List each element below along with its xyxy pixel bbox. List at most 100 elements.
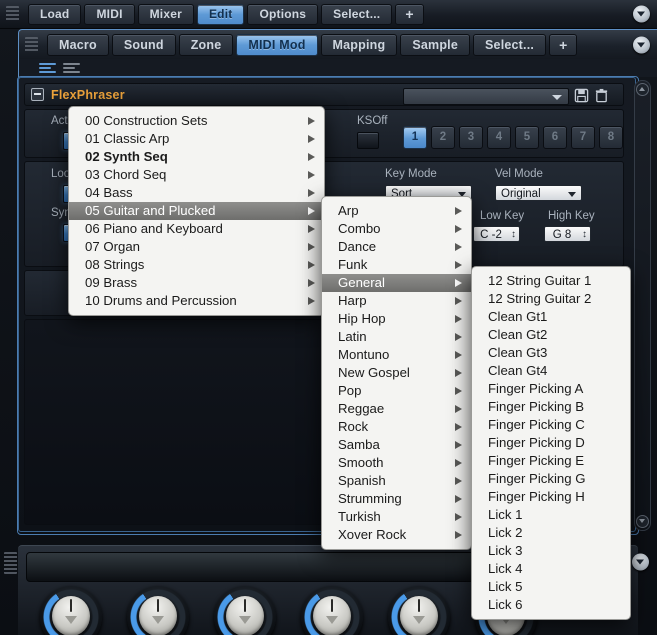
scroll-up-arrow-icon[interactable] xyxy=(636,83,649,96)
style-menu-item[interactable]: Smooth xyxy=(322,454,471,472)
tab-edit[interactable]: Edit xyxy=(196,3,245,25)
low-key-field[interactable]: C -2 xyxy=(473,226,520,243)
phrase-category-menu[interactable]: 00 Construction Sets 01 Classic Arp 02 Syn… xyxy=(68,106,325,316)
subtab-macro[interactable]: Macro xyxy=(47,33,109,56)
preset-dropdown[interactable] xyxy=(403,88,569,105)
preset-menu-item[interactable]: Lick 6 xyxy=(472,596,630,614)
style-menu-item[interactable]: Samba xyxy=(322,436,471,454)
ksoff-button[interactable] xyxy=(357,132,379,149)
preset-menu-item[interactable]: Finger Picking G xyxy=(472,470,630,488)
knobstrip-grip[interactable] xyxy=(4,552,17,574)
high-key-field[interactable]: G 8 xyxy=(544,226,591,243)
category-menu-item[interactable]: 08 Strings xyxy=(69,256,324,274)
tab-select[interactable]: Select... xyxy=(321,3,393,25)
tab-options[interactable]: Options xyxy=(247,3,319,25)
preset-menu-item[interactable]: Clean Gt1 xyxy=(472,308,630,326)
scroll-down-arrow-icon[interactable] xyxy=(636,515,649,528)
category-menu-item[interactable]: 02 Synth Seq xyxy=(69,148,324,166)
subtab-zone[interactable]: Zone xyxy=(178,33,234,56)
category-menu-item[interactable]: 01 Classic Arp xyxy=(69,130,324,148)
tab-[interactable]: + xyxy=(395,3,424,25)
preset-menu-item[interactable]: Lick 3 xyxy=(472,542,630,560)
preset-menu-item[interactable]: 12 String Guitar 2 xyxy=(472,290,630,308)
panel-scrollbar[interactable] xyxy=(634,80,651,531)
macro-knob-4[interactable] xyxy=(301,586,363,635)
style-menu-item[interactable]: Harp xyxy=(322,292,471,310)
style-menu-item-label: Combo xyxy=(338,221,381,236)
style-menu-item[interactable]: Dance xyxy=(322,238,471,256)
chevron-down-icon[interactable] xyxy=(633,5,650,23)
category-menu-item[interactable]: 05 Guitar and Plucked xyxy=(69,202,324,220)
macro-knob-3[interactable] xyxy=(214,586,276,635)
keyswitch-button-1[interactable]: 1 xyxy=(403,126,427,149)
preset-menu-item[interactable]: Clean Gt2 xyxy=(472,326,630,344)
keyswitch-button-5[interactable]: 5 xyxy=(515,126,539,149)
preset-menu-item[interactable]: Lick 1 xyxy=(472,506,630,524)
preset-menu-item[interactable]: Finger Picking C xyxy=(472,416,630,434)
style-menu-item[interactable]: Rock xyxy=(322,418,471,436)
preset-menu-item[interactable]: Lick 2 xyxy=(472,524,630,542)
macro-knob-1[interactable] xyxy=(40,586,102,635)
preset-menu-item[interactable]: Clean Gt4 xyxy=(472,362,630,380)
style-menu-item[interactable]: Turkish xyxy=(322,508,471,526)
list-view-icon[interactable] xyxy=(39,63,56,74)
style-menu-item[interactable]: Arp xyxy=(322,202,471,220)
phrase-style-menu[interactable]: Arp Combo Dance Funk General Harp Hip Hop Latin… xyxy=(321,196,472,550)
keyswitch-button-6[interactable]: 6 xyxy=(543,126,567,149)
style-menu-item[interactable]: Pop xyxy=(322,382,471,400)
subtab-mapping[interactable]: Mapping xyxy=(320,33,398,56)
style-menu-item[interactable]: Latin xyxy=(322,328,471,346)
trash-icon[interactable] xyxy=(594,88,609,103)
preset-menu-item[interactable]: 12 String Guitar 1 xyxy=(472,272,630,290)
chevron-down-icon-sub[interactable] xyxy=(633,36,650,53)
minus-box-icon[interactable] xyxy=(31,88,44,101)
style-menu-item[interactable]: Montuno xyxy=(322,346,471,364)
subtab-select[interactable]: Select... xyxy=(473,33,547,56)
subtab-sample[interactable]: Sample xyxy=(400,33,470,56)
vel-mode-dropdown[interactable]: Original xyxy=(495,185,582,201)
style-menu-item[interactable]: Combo xyxy=(322,220,471,238)
category-menu-item[interactable]: 07 Organ xyxy=(69,238,324,256)
knobstrip-chevron-down-icon[interactable] xyxy=(632,553,649,571)
subtab-sound[interactable]: Sound xyxy=(111,33,176,56)
macro-knob-2[interactable] xyxy=(127,586,189,635)
preset-menu-item[interactable]: Finger Picking H xyxy=(472,488,630,506)
style-menu-item[interactable]: Xover Rock xyxy=(322,526,471,544)
keyswitch-button-4[interactable]: 4 xyxy=(487,126,511,149)
subtab-[interactable]: + xyxy=(549,33,578,56)
category-menu-item[interactable]: 06 Piano and Keyboard xyxy=(69,220,324,238)
preset-menu-item[interactable]: Finger Picking D xyxy=(472,434,630,452)
style-menu-item[interactable]: Funk xyxy=(322,256,471,274)
category-menu-item[interactable]: 04 Bass xyxy=(69,184,324,202)
style-menu-item[interactable]: Hip Hop xyxy=(322,310,471,328)
preset-menu-item[interactable]: Finger Picking A xyxy=(472,380,630,398)
drag-grip[interactable] xyxy=(6,6,19,22)
tab-mixer[interactable]: Mixer xyxy=(137,3,194,25)
subtab-midi-mod[interactable]: MIDI Mod xyxy=(236,33,318,56)
tab-midi[interactable]: MIDI xyxy=(84,3,135,25)
category-menu-item[interactable]: 03 Chord Seq xyxy=(69,166,324,184)
category-menu-item[interactable]: 09 Brass xyxy=(69,274,324,292)
keyswitch-button-3[interactable]: 3 xyxy=(459,126,483,149)
style-menu-item[interactable]: Spanish xyxy=(322,472,471,490)
style-menu-item[interactable]: Reggae xyxy=(322,400,471,418)
phrase-preset-menu[interactable]: 12 String Guitar 1 12 String Guitar 2 Clea… xyxy=(471,266,631,620)
keyswitch-button-8[interactable]: 8 xyxy=(599,126,623,149)
preset-menu-item[interactable]: Finger Picking B xyxy=(472,398,630,416)
keyswitch-button-7[interactable]: 7 xyxy=(571,126,595,149)
style-menu-item[interactable]: Strumming xyxy=(322,490,471,508)
preset-menu-item[interactable]: Lick 4 xyxy=(472,560,630,578)
drag-grip-sub[interactable] xyxy=(25,36,38,53)
preset-menu-item[interactable]: Lick 5 xyxy=(472,578,630,596)
preset-menu-item[interactable]: Finger Picking E xyxy=(472,452,630,470)
style-menu-item[interactable]: New Gospel xyxy=(322,364,471,382)
macro-knob-5[interactable] xyxy=(388,586,450,635)
floppy-save-icon[interactable] xyxy=(574,88,589,103)
keyswitch-button-2[interactable]: 2 xyxy=(431,126,455,149)
category-menu-item[interactable]: 00 Construction Sets xyxy=(69,112,324,130)
grid-view-icon[interactable] xyxy=(63,63,80,74)
style-menu-item[interactable]: General xyxy=(322,274,471,292)
tab-load[interactable]: Load xyxy=(28,3,82,25)
category-menu-item[interactable]: 10 Drums and Percussion xyxy=(69,292,324,310)
preset-menu-item[interactable]: Clean Gt3 xyxy=(472,344,630,362)
